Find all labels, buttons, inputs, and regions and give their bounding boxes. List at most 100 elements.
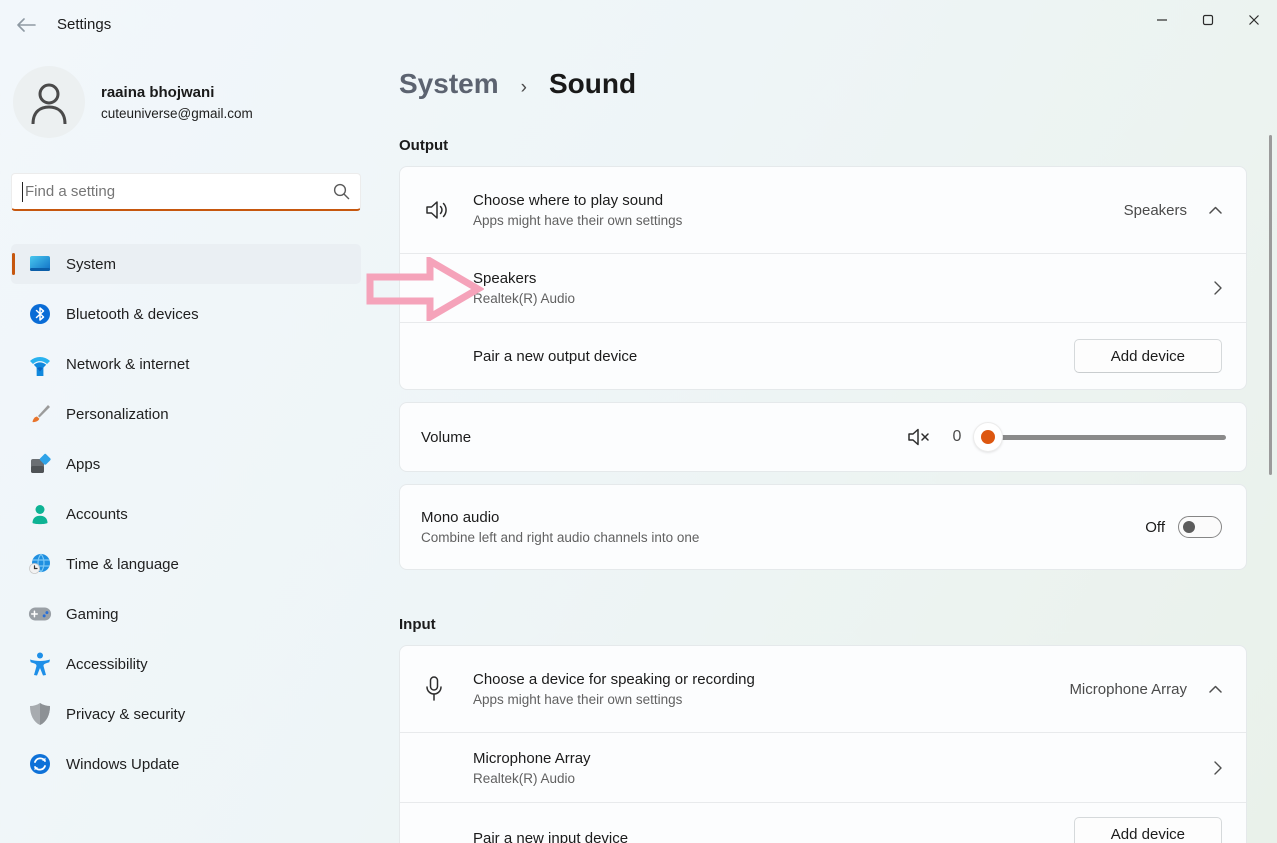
sidebar-item-label: Accessibility [66,656,148,673]
mono-audio-title: Mono audio [421,509,1145,526]
sidebar-item-label: Apps [66,456,100,473]
network-icon [28,352,52,376]
titlebar: Settings [0,0,1277,48]
mono-audio-card: Mono audio Combine left and right audio … [399,484,1247,570]
speakers-device-row[interactable]: Speakers Realtek(R) Audio [400,253,1246,322]
text-caret [22,182,23,202]
output-device-value: Speakers [1124,202,1187,219]
sidebar-item-apps[interactable]: Apps [11,444,361,484]
sidebar-item-privacy-security[interactable]: Privacy & security [11,694,361,734]
volume-card: Volume 0 [399,402,1247,472]
mono-audio-toggle[interactable] [1178,516,1222,538]
windows-update-icon [28,752,52,776]
output-card: Choose where to play sound Apps might ha… [399,166,1247,390]
choose-output-title: Choose where to play sound [473,192,1124,209]
search-input[interactable]: Find a setting [11,173,361,211]
speakers-subtitle: Realtek(R) Audio [473,291,1214,306]
mute-icon[interactable] [908,427,932,447]
microphone-device-row[interactable]: Microphone Array Realtek(R) Audio [400,732,1246,802]
mono-audio-state: Off [1145,519,1165,536]
input-card: Choose a device for speaking or recordin… [399,645,1247,843]
sidebar-item-label: Bluetooth & devices [66,306,199,323]
close-button[interactable] [1231,0,1277,40]
privacy-security-icon [28,702,52,726]
sidebar-item-label: Time & language [66,556,179,573]
sidebar-item-label: Privacy & security [66,706,185,723]
close-icon [1248,14,1260,26]
chevron-up-icon[interactable] [1209,685,1222,693]
volume-slider[interactable] [974,423,1226,451]
speaker-icon [425,198,449,222]
choose-output-subtitle: Apps might have their own settings [473,213,1124,228]
breadcrumb-system[interactable]: System [399,68,499,100]
add-input-device-button[interactable]: Add device [1074,817,1222,843]
sidebar-item-label: Personalization [66,406,169,423]
speakers-title: Speakers [473,270,1214,287]
pair-input-row: Pair a new input device Add device [400,802,1246,843]
avatar [13,66,85,138]
microphone-title: Microphone Array [473,750,1214,767]
sidebar-item-label: Gaming [66,606,119,623]
volume-slider-track[interactable] [988,435,1226,440]
volume-slider-thumb[interactable] [974,423,1002,451]
gaming-icon [28,602,52,626]
pair-input-label: Pair a new input device [473,830,1074,843]
accounts-icon [28,502,52,526]
volume-slider-dot [981,430,995,444]
search-icon [333,183,350,200]
sidebar-item-accessibility[interactable]: Accessibility [11,644,361,684]
maximize-button[interactable] [1185,0,1231,40]
sidebar-item-network-internet[interactable]: Network & internet [11,344,361,384]
sidebar-item-system[interactable]: System [11,244,361,284]
choose-output-row[interactable]: Choose where to play sound Apps might ha… [400,167,1246,253]
sidebar-item-bluetooth-devices[interactable]: Bluetooth & devices [11,294,361,334]
minimize-icon [1156,14,1168,26]
maximize-icon [1202,14,1214,26]
input-device-value: Microphone Array [1069,681,1187,698]
app-title: Settings [57,16,111,33]
profile-name: raaina bhojwani [101,84,253,101]
back-button[interactable] [10,13,42,37]
choose-input-subtitle: Apps might have their own settings [473,692,1069,707]
search-placeholder: Find a setting [25,183,333,200]
microphone-icon [425,676,449,702]
output-section-heading: Output [399,137,448,154]
page-title: Sound [549,68,636,100]
sidebar-item-label: Network & internet [66,356,189,373]
mono-audio-subtitle: Combine left and right audio channels in… [421,530,1145,545]
sidebar-nav: System Bluetooth & devices Network & int… [11,244,361,794]
pair-output-row: Pair a new output device Add device [400,322,1246,389]
person-icon [29,80,69,124]
volume-label: Volume [421,429,908,446]
chevron-up-icon[interactable] [1209,206,1222,214]
personalization-icon [28,402,52,426]
microphone-subtitle: Realtek(R) Audio [473,771,1214,786]
time-language-icon [28,552,52,576]
sidebar-item-time-language[interactable]: Time & language [11,544,361,584]
sidebar-item-personalization[interactable]: Personalization [11,394,361,434]
sidebar-item-label: Windows Update [66,756,179,773]
chevron-right-icon [1214,281,1222,295]
back-arrow-icon [16,18,36,32]
sidebar-item-label: System [66,256,116,273]
input-section-heading: Input [399,616,436,633]
system-icon [28,252,52,276]
volume-value: 0 [950,428,964,446]
choose-input-title: Choose a device for speaking or recordin… [473,671,1069,688]
choose-input-row[interactable]: Choose a device for speaking or recordin… [400,646,1246,732]
toggle-knob [1183,521,1195,533]
breadcrumb-separator: › [521,77,527,99]
sidebar-item-accounts[interactable]: Accounts [11,494,361,534]
add-output-device-button[interactable]: Add device [1074,339,1222,373]
minimize-button[interactable] [1139,0,1185,40]
bluetooth-icon [28,302,52,326]
accessibility-icon [28,652,52,676]
profile-card[interactable]: raaina bhojwani cuteuniverse@gmail.com [13,66,253,138]
profile-email: cuteuniverse@gmail.com [101,106,253,121]
pair-output-label: Pair a new output device [473,348,1074,365]
sidebar-item-windows-update[interactable]: Windows Update [11,744,361,784]
sidebar-item-gaming[interactable]: Gaming [11,594,361,634]
sidebar-item-label: Accounts [66,506,128,523]
apps-icon [28,452,52,476]
scrollbar-thumb[interactable] [1269,135,1272,475]
